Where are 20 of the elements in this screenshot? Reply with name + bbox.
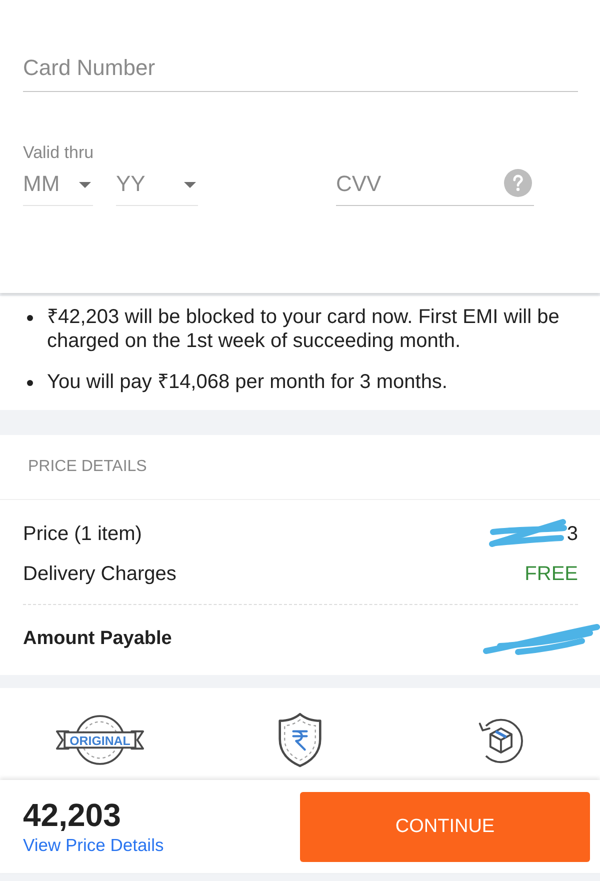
caret-icon [184,182,196,188]
caret-icon [79,182,91,188]
price-row-value: FREE [524,562,578,586]
price-row-value: 3 [566,522,578,546]
price-row-label: Delivery Charges [23,562,176,586]
emi-note-text: ₹42,203 will be blocked to your card now. First EMI will be charged on the 1st week of succeeding month. [47,305,560,353]
total-amount: 42,203 [23,798,121,832]
month-dropdown[interactable]: MM [23,163,93,206]
amount-payable-label: Amount Payable [23,628,172,650]
valid-thru-label: Valid thru [23,143,95,163]
continue-button[interactable]: CONTINUE [300,792,590,862]
card-number-field[interactable]: Card Number [23,44,578,92]
bullet-icon [27,380,33,386]
price-row-label: Price (1 item) [23,522,142,546]
help-icon[interactable] [504,169,532,197]
emi-note-text: You will pay ₹14,068 per month for 3 months. [47,370,448,394]
price-details-title: PRICE DETAILS [0,435,600,500]
bullet-icon [27,315,33,321]
shield-rupee-icon [276,712,324,768]
view-price-details-link[interactable]: View Price Details [23,834,164,856]
